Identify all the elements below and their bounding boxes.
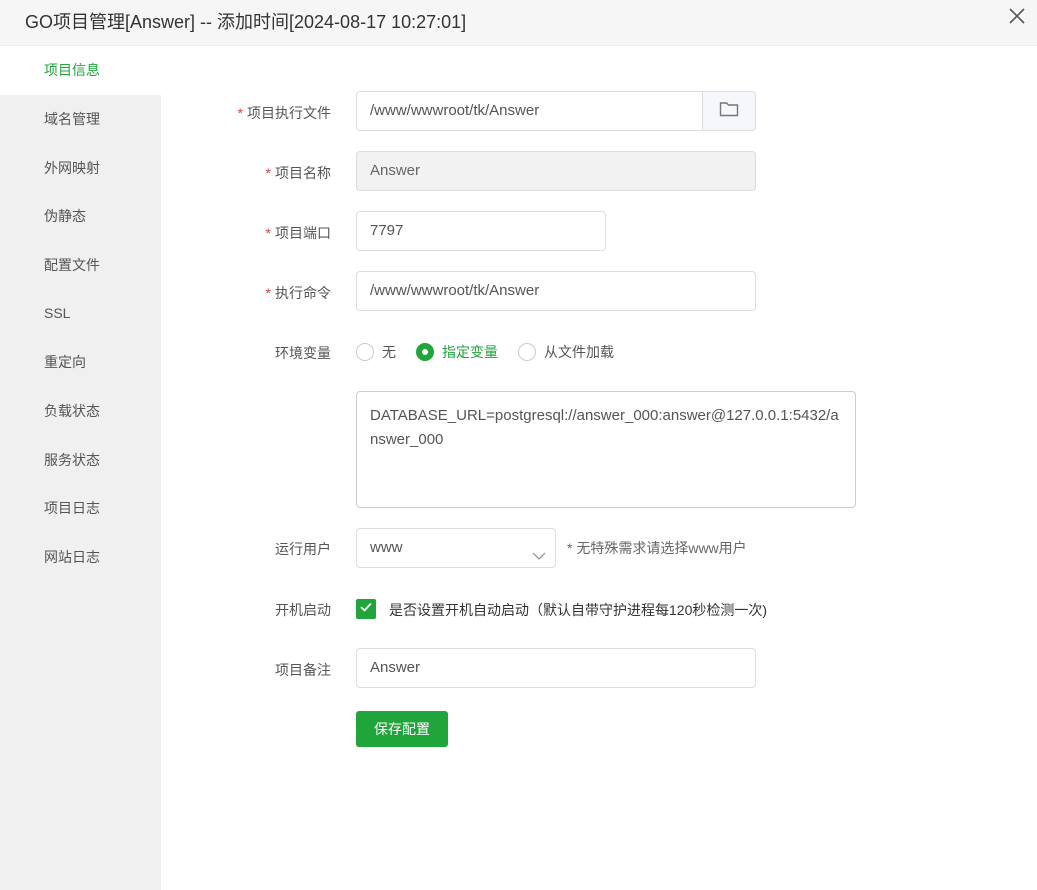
env-radio-none-label: 无 xyxy=(382,344,396,360)
project-name-label: * 项目名称 xyxy=(131,163,331,183)
radio-circle xyxy=(356,343,374,361)
env-textarea[interactable]: DATABASE_URL=postgresql://answer_000:ans… xyxy=(356,391,856,508)
radio-circle xyxy=(416,343,434,361)
sidebar-item-load-status[interactable]: 负载状态 xyxy=(0,387,161,436)
run-user-value: www xyxy=(370,539,403,556)
env-radio-group: 无 指定变量 从文件加载 xyxy=(356,342,634,362)
dialog-title: GO项目管理[Answer] -- 添加时间[2024-08-17 10:27:… xyxy=(25,12,467,32)
env-radio-none[interactable]: 无 xyxy=(356,342,396,362)
env-radio-file-label: 从文件加载 xyxy=(544,344,614,360)
exec-file-label-text: 项目执行文件 xyxy=(247,105,331,121)
sidebar-item-project-info[interactable]: 项目信息 xyxy=(0,46,161,95)
env-radio-specified[interactable]: 指定变量 xyxy=(416,342,498,362)
radio-circle xyxy=(518,343,536,361)
run-user-label: 运行用户 xyxy=(275,541,331,557)
port-input[interactable]: 7797 xyxy=(356,211,606,251)
required-mark: * xyxy=(265,225,271,241)
command-label: * 执行命令 xyxy=(131,283,331,303)
project-name-input: Answer xyxy=(356,151,756,191)
autostart-label: 开机启动 xyxy=(275,602,331,618)
chevron-down-icon xyxy=(531,541,547,560)
exec-file-input[interactable]: /www/wwwroot/tk/Answer xyxy=(356,91,703,131)
command-label-text: 执行命令 xyxy=(275,285,331,301)
close-icon[interactable] xyxy=(1005,4,1029,28)
sidebar-item-project-log[interactable]: 项目日志 xyxy=(0,484,161,533)
env-radio-specified-label: 指定变量 xyxy=(442,344,498,360)
remark-input[interactable]: Answer xyxy=(356,648,756,688)
command-input[interactable]: /www/wwwroot/tk/Answer xyxy=(356,271,756,311)
dialog-titlebar: GO项目管理[Answer] -- 添加时间[2024-08-17 10:27:… xyxy=(0,0,1037,46)
autostart-text: 是否设置开机自动启动（默认自带守护进程每120秒检测一次) xyxy=(389,602,768,618)
port-label-text: 项目端口 xyxy=(275,225,331,241)
run-user-select[interactable]: www xyxy=(356,528,556,568)
run-user-hint: * 无特殊需求请选择www用户 xyxy=(567,540,747,556)
env-label: 环境变量 xyxy=(275,345,331,361)
save-config-button[interactable]: 保存配置 xyxy=(356,711,448,747)
folder-icon xyxy=(719,100,739,123)
required-mark: * xyxy=(265,285,271,301)
project-name-label-text: 项目名称 xyxy=(275,165,331,181)
autostart-checkbox[interactable] xyxy=(356,599,376,619)
check-icon xyxy=(359,600,373,619)
remark-label: 项目备注 xyxy=(275,662,331,678)
required-mark: * xyxy=(237,105,243,121)
env-radio-file[interactable]: 从文件加载 xyxy=(518,342,614,362)
port-label: * 项目端口 xyxy=(131,223,331,243)
folder-picker-button[interactable] xyxy=(702,91,756,131)
sidebar-item-service-status[interactable]: 服务状态 xyxy=(0,436,161,485)
exec-file-label: * 项目执行文件 xyxy=(131,103,331,123)
required-mark: * xyxy=(265,165,271,181)
